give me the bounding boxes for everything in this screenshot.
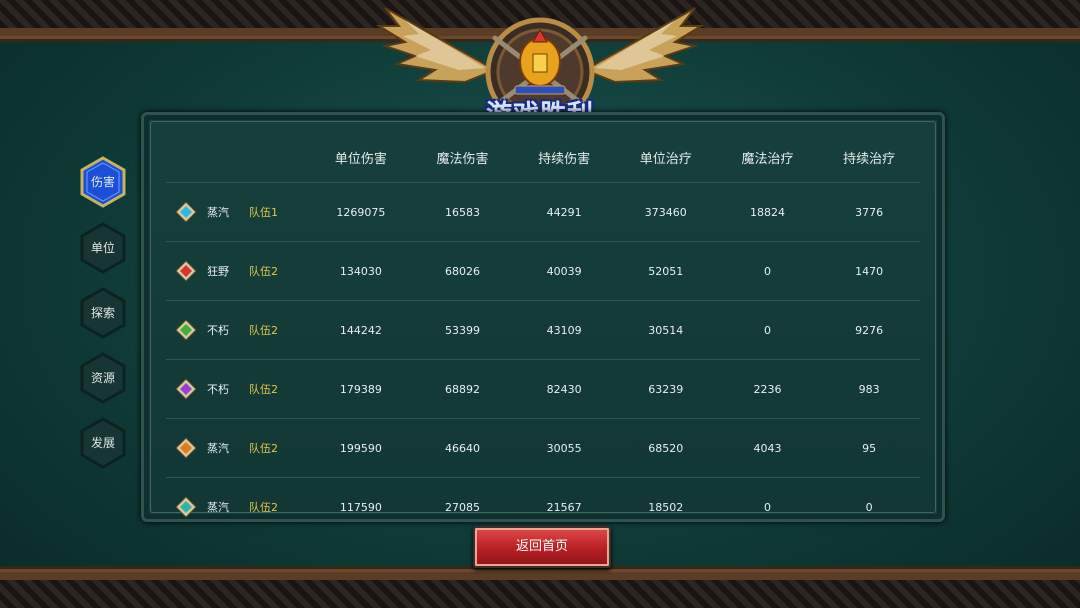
stat-value: 30055	[513, 418, 615, 478]
stat-value: 53399	[411, 300, 514, 360]
team-label: 队伍2	[249, 501, 278, 514]
faction-name: 不朽	[206, 300, 248, 360]
team-label: 队伍2	[248, 241, 310, 301]
stat-value: 179389	[310, 359, 412, 419]
diamond-gem-icon	[175, 378, 197, 400]
faction-gem-cell	[166, 300, 206, 360]
stat-value: 0	[716, 300, 819, 360]
stat-value: 18502	[648, 500, 684, 514]
faction-name: 蒸汽	[207, 501, 229, 514]
stats-panel: 单位伤害 魔法伤害 持续伤害 单位治疗 魔法治疗 持续治疗 蒸汽 队伍1 12690…	[141, 112, 945, 522]
diamond-gem-icon	[175, 437, 197, 459]
faction-name: 蒸汽	[206, 418, 248, 478]
faction-gem-cell	[166, 418, 206, 478]
column-header: 持续治疗	[818, 132, 920, 183]
table-row: 不朽 队伍2 179389 68892 82430 63239 2236 983	[166, 359, 920, 419]
stat-value: 117590	[339, 500, 382, 514]
column-header: 魔法治疗	[716, 132, 819, 183]
stat-value: 40039	[513, 241, 615, 301]
table-row: 不朽 队伍2 144242 53399 43109 30514 0 9276	[166, 300, 920, 360]
stat-value: 68026	[411, 241, 514, 301]
column-header: 单位伤害	[310, 132, 412, 183]
faction-gem-cell	[166, 241, 206, 301]
team-label: 队伍2	[248, 300, 310, 360]
return-home-button[interactable]: 返回首页	[473, 526, 611, 568]
diamond-gem-icon	[175, 496, 197, 518]
table-row: 蒸汽 队伍2 199590 46640 30055 68520 4043 95	[166, 418, 920, 478]
column-header: 单位治疗	[614, 132, 717, 183]
stat-value: 2236	[716, 359, 819, 419]
faction-name: 狂野	[206, 241, 248, 301]
diamond-gem-icon	[175, 319, 197, 341]
stat-value: 43109	[513, 300, 615, 360]
stat-value: 63239	[614, 359, 717, 419]
bottom-border	[0, 569, 1080, 608]
stat-value: 0	[716, 241, 819, 301]
stat-value: 82430	[513, 359, 615, 419]
header-empty	[248, 132, 310, 183]
stat-value: 95	[818, 418, 920, 478]
team-label: 队伍2	[248, 359, 310, 419]
column-header: 魔法伤害	[411, 132, 514, 183]
team-label: 队伍2	[248, 418, 310, 478]
tab-damage-label: 伤害	[90, 175, 115, 189]
tab-resources-label: 资源	[90, 371, 115, 385]
faction-gem-cell	[166, 478, 206, 537]
stat-value: 983	[818, 359, 920, 419]
faction-name: 蒸汽	[206, 182, 248, 242]
header-empty	[206, 132, 248, 183]
tab-development-label: 发展	[90, 436, 115, 450]
faction-gem-cell	[166, 182, 206, 242]
stat-value: 68520	[614, 418, 717, 478]
tab-units-label: 单位	[90, 241, 115, 255]
stat-value: 46640	[411, 418, 514, 478]
stat-value: 0	[865, 500, 873, 514]
tab-development[interactable]: 发展	[80, 417, 126, 469]
tab-units[interactable]: 单位	[80, 222, 126, 274]
stat-value: 4043	[716, 418, 819, 478]
table-row: 蒸汽 队伍1 1269075 16583 44291 373460 18824 3776	[166, 182, 920, 242]
stat-value: 52051	[614, 241, 717, 301]
tab-explore[interactable]: 探索	[80, 287, 126, 339]
stat-value: 373460	[614, 182, 717, 242]
stat-value: 44291	[513, 182, 615, 242]
stat-value: 3776	[818, 182, 920, 242]
stat-value: 199590	[310, 418, 412, 478]
stat-value: 0	[763, 500, 771, 514]
team-label: 队伍1	[248, 182, 310, 242]
column-header: 持续伤害	[513, 132, 615, 183]
table-header-row: 单位伤害 魔法伤害 持续伤害 单位治疗 魔法治疗 持续治疗	[166, 132, 920, 183]
stats-panel-inner: 单位伤害 魔法伤害 持续伤害 单位治疗 魔法治疗 持续治疗 蒸汽 队伍1 12690…	[150, 121, 936, 518]
stat-value: 9276	[818, 300, 920, 360]
stat-value: 134030	[310, 241, 412, 301]
table-row: 狂野 队伍2 134030 68026 40039 52051 0 1470	[166, 241, 920, 301]
stat-value: 1470	[818, 241, 920, 301]
stat-value: 1269075	[310, 182, 412, 242]
tab-resources[interactable]: 资源	[80, 352, 126, 404]
diamond-gem-icon	[175, 260, 197, 282]
tab-explore-label: 探索	[90, 306, 115, 320]
header-empty	[166, 132, 206, 183]
stat-value: 18824	[716, 182, 819, 242]
stats-table: 单位伤害 魔法伤害 持续伤害 单位治疗 魔法治疗 持续治疗 蒸汽 队伍1 12690…	[166, 132, 920, 536]
faction-gem-cell	[166, 359, 206, 419]
stat-value: 68892	[411, 359, 514, 419]
faction-name: 不朽	[206, 359, 248, 419]
tab-damage[interactable]: 伤害	[80, 156, 126, 208]
stat-value: 16583	[411, 182, 514, 242]
stat-value: 30514	[614, 300, 717, 360]
diamond-gem-icon	[175, 201, 197, 223]
stat-value: 144242	[310, 300, 412, 360]
